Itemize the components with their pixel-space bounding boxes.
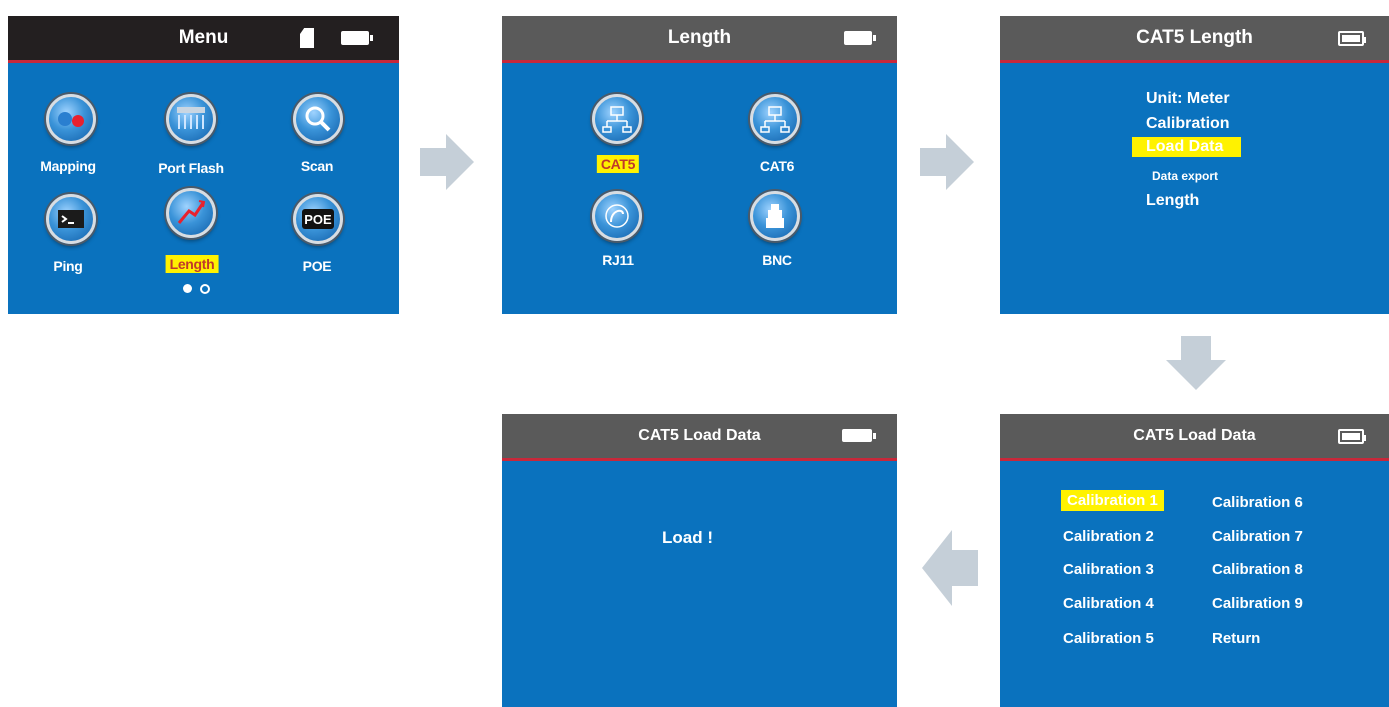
length-item-rj11[interactable]: RJ11 bbox=[602, 252, 634, 268]
calibration-item-4[interactable]: Calibration 4 bbox=[1063, 595, 1154, 612]
cat5-icon[interactable] bbox=[592, 94, 642, 144]
calibration-item-2[interactable]: Calibration 2 bbox=[1063, 528, 1154, 545]
menu-item-load-data[interactable]: Load Data bbox=[1132, 137, 1242, 157]
menu-titlebar: Menu bbox=[8, 16, 399, 63]
port-flash-icon[interactable] bbox=[166, 94, 216, 144]
battery-icon bbox=[842, 429, 876, 442]
battery-icon bbox=[341, 31, 373, 45]
length-icon[interactable] bbox=[166, 188, 216, 238]
right-arrow-icon bbox=[420, 134, 474, 190]
poe-icon-text: POE bbox=[304, 212, 332, 227]
length-titlebar: Length bbox=[502, 16, 897, 63]
calibration-item-8[interactable]: Calibration 8 bbox=[1212, 561, 1303, 578]
left-arrow-icon bbox=[922, 530, 978, 606]
page-title: CAT5 Load Data bbox=[1133, 427, 1256, 444]
cat5-load-data-message-screen: CAT5 Load Data Load ! bbox=[502, 414, 897, 707]
menu-screen: Menu Mapping Port Flash Scan Ping Length… bbox=[8, 16, 399, 314]
menu-item-scan[interactable]: Scan bbox=[301, 158, 334, 174]
down-arrow-icon bbox=[1166, 336, 1226, 390]
selected-highlight: Load Data bbox=[1146, 138, 1224, 155]
calibration-item-7[interactable]: Calibration 7 bbox=[1212, 528, 1303, 545]
selected-highlight: Length bbox=[165, 255, 219, 273]
load-message: Load ! bbox=[662, 528, 713, 547]
battery-icon bbox=[1338, 31, 1366, 46]
page-dot-active bbox=[183, 284, 192, 293]
return-button[interactable]: Return bbox=[1212, 630, 1260, 647]
calibration-item-5[interactable]: Calibration 5 bbox=[1063, 630, 1154, 647]
menu-item-length[interactable]: Length bbox=[1146, 192, 1199, 210]
battery-icon bbox=[844, 31, 876, 45]
menu-item-poe[interactable]: POE bbox=[303, 258, 332, 274]
ping-icon[interactable] bbox=[46, 194, 96, 244]
calibration-item-3[interactable]: Calibration 3 bbox=[1063, 561, 1154, 578]
scan-icon[interactable] bbox=[293, 94, 343, 144]
selected-highlight: CAT5 bbox=[596, 155, 640, 173]
menu-item-length[interactable]: Length bbox=[165, 255, 219, 273]
menu-item-unit[interactable]: Unit: Meter bbox=[1146, 90, 1230, 108]
load-data-message-titlebar: CAT5 Load Data bbox=[502, 414, 897, 461]
menu-item-ping[interactable]: Ping bbox=[53, 258, 82, 274]
page-dot bbox=[200, 284, 210, 294]
menu-item-mapping[interactable]: Mapping bbox=[40, 158, 96, 174]
length-item-cat5[interactable]: CAT5 bbox=[596, 155, 640, 173]
battery-icon bbox=[1338, 429, 1366, 444]
page-title: CAT5 Load Data bbox=[638, 427, 761, 444]
mapping-icon[interactable] bbox=[46, 94, 96, 144]
right-arrow-icon bbox=[920, 134, 974, 190]
page-title: Menu bbox=[178, 27, 229, 48]
menu-item-port-flash[interactable]: Port Flash bbox=[158, 160, 224, 176]
cat6-icon[interactable] bbox=[750, 94, 800, 144]
cat5-load-data-list-screen: CAT5 Load Data Calibration 1 Calibration… bbox=[1000, 414, 1389, 707]
menu-item-calibration[interactable]: Calibration bbox=[1146, 115, 1230, 133]
calibration-item-6[interactable]: Calibration 6 bbox=[1212, 494, 1303, 511]
rj11-icon[interactable] bbox=[592, 191, 642, 241]
selected-highlight: Calibration 1 bbox=[1061, 490, 1164, 511]
cat5-length-titlebar: CAT5 Length bbox=[1000, 16, 1389, 63]
sd-card-icon bbox=[300, 28, 314, 48]
calibration-item-1[interactable]: Calibration 1 bbox=[1061, 490, 1164, 511]
page-title: CAT5 Length bbox=[1136, 27, 1253, 48]
poe-icon[interactable]: POE bbox=[293, 194, 343, 244]
cat5-length-screen: CAT5 Length Unit: Meter Calibration Load… bbox=[1000, 16, 1389, 314]
calibration-item-9[interactable]: Calibration 9 bbox=[1212, 595, 1303, 612]
load-data-list-titlebar: CAT5 Load Data bbox=[1000, 414, 1389, 461]
page-title: Length bbox=[667, 27, 732, 48]
length-screen: Length CAT5 CAT6 RJ11 BNC bbox=[502, 16, 897, 314]
length-item-cat6[interactable]: CAT6 bbox=[760, 158, 795, 174]
length-item-bnc[interactable]: BNC bbox=[762, 252, 792, 268]
bnc-icon[interactable] bbox=[750, 191, 800, 241]
menu-item-data-export[interactable]: Data export bbox=[1152, 169, 1218, 183]
page-indicator bbox=[183, 284, 210, 294]
